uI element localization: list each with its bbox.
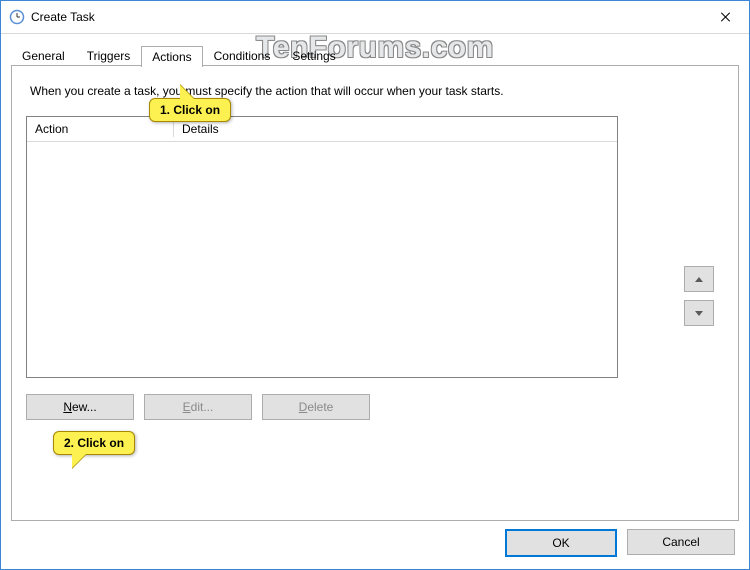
create-task-dialog: Create Task TenForums.com General Trigge… (0, 0, 750, 570)
tab-actions[interactable]: Actions (141, 46, 202, 67)
tab-general[interactable]: General (11, 45, 76, 66)
arrow-up-icon (695, 277, 703, 282)
reorder-buttons (684, 266, 714, 326)
close-button[interactable] (703, 1, 749, 33)
instruction-text: When you create a task, you must specify… (30, 84, 724, 98)
arrow-down-icon (695, 311, 703, 316)
move-up-button[interactable] (684, 266, 714, 292)
list-header: Action Details (27, 117, 617, 142)
close-icon (721, 12, 731, 22)
dialog-footer: OK Cancel (505, 529, 735, 557)
titlebar: Create Task (1, 1, 749, 34)
annotation-callout-2: 2. Click on (53, 431, 135, 455)
action-buttons-row: New... Edit... Delete (26, 394, 724, 420)
task-scheduler-icon (9, 9, 25, 25)
column-header-action[interactable]: Action (27, 122, 173, 136)
tab-conditions[interactable]: Conditions (203, 45, 282, 66)
ok-button[interactable]: OK (505, 529, 617, 557)
cancel-button[interactable]: Cancel (627, 529, 735, 555)
delete-button[interactable]: Delete (262, 394, 370, 420)
annotation-text: 1. Click on (160, 103, 220, 117)
column-header-details[interactable]: Details (174, 122, 227, 136)
new-button[interactable]: New... (26, 394, 134, 420)
edit-button[interactable]: Edit... (144, 394, 252, 420)
actions-listbox[interactable]: Action Details (26, 116, 618, 378)
window-title: Create Task (31, 10, 95, 24)
tab-strip: General Triggers Actions Conditions Sett… (11, 43, 739, 66)
move-down-button[interactable] (684, 300, 714, 326)
tab-settings[interactable]: Settings (281, 45, 346, 66)
annotation-callout-1: 1. Click on (149, 98, 231, 122)
tab-triggers[interactable]: Triggers (76, 45, 142, 66)
annotation-text: 2. Click on (64, 436, 124, 450)
